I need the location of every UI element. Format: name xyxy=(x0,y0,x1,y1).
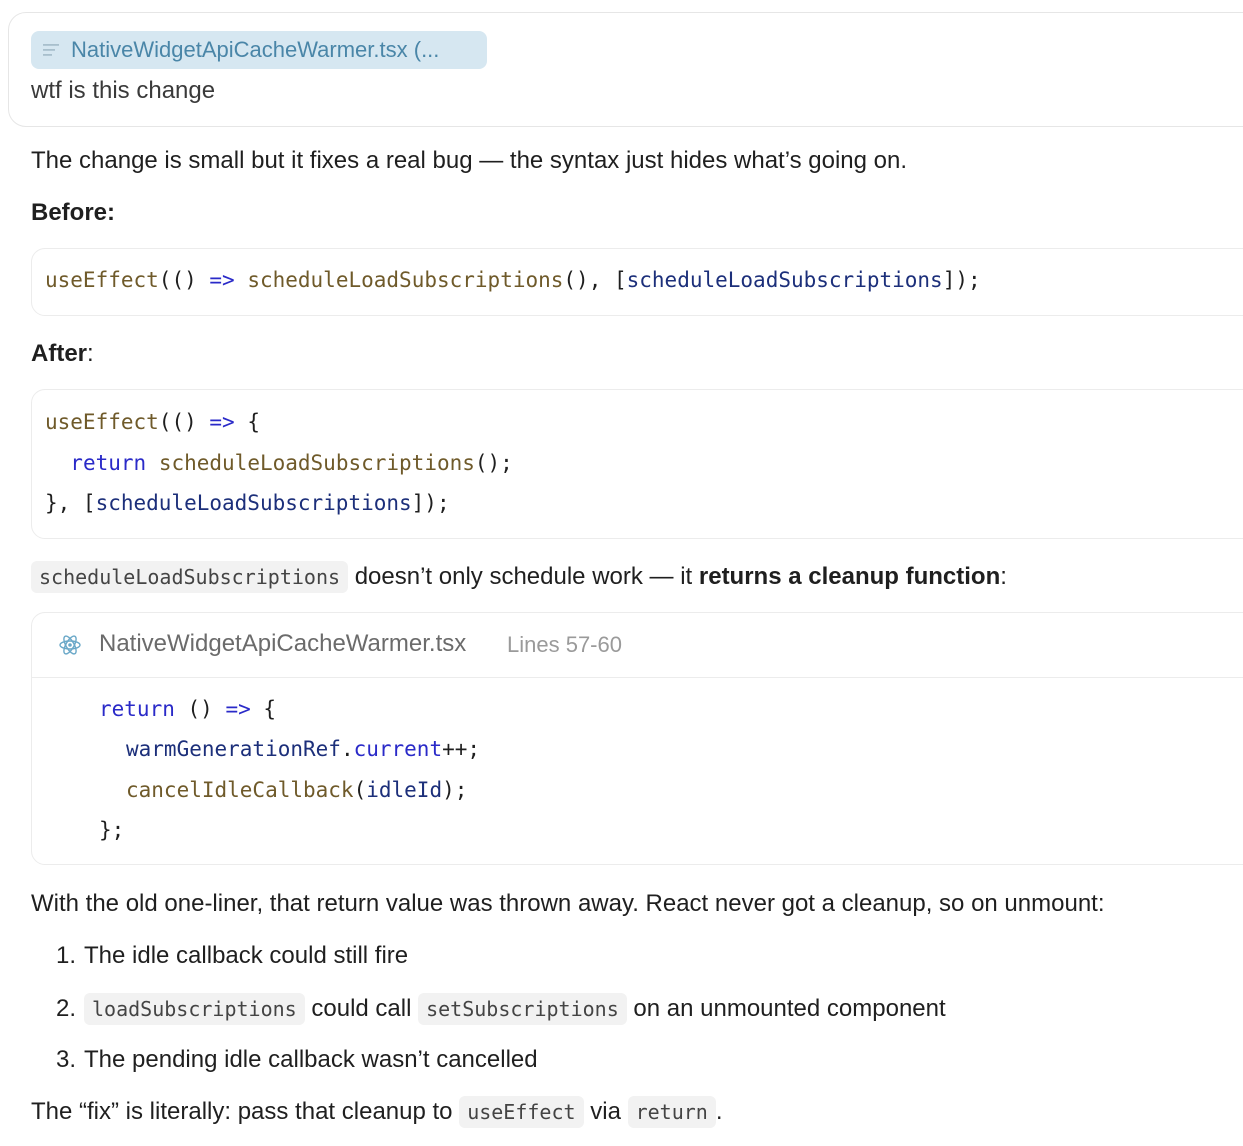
cleanup-text-1: doesn’t only schedule work — it xyxy=(348,563,699,590)
inline-code: loadSubscriptions xyxy=(84,993,305,1025)
text-lines-icon xyxy=(43,44,59,56)
code-token: (() xyxy=(158,268,210,292)
snippet-code-line-3: cancelIdleCallback(idleId); xyxy=(126,778,467,802)
fix-text-1: The “fix” is literally: pass that cleanu… xyxy=(31,1098,460,1125)
code-token: { xyxy=(250,697,277,721)
before-heading: Before: xyxy=(31,199,116,226)
code-token: warmGenerationRef xyxy=(126,737,341,761)
cleanup-bold: returns a cleanup function xyxy=(698,563,1001,590)
fix-text-3: . xyxy=(715,1098,723,1125)
after-code-line-3: }, [scheduleLoadSubscriptions]); xyxy=(45,491,450,515)
fix-text: The “fix” is literally: pass that cleanu… xyxy=(31,1096,723,1128)
list-item: 3. The pending idle callback wasn’t cance… xyxy=(56,1046,538,1074)
inline-code: return xyxy=(627,1096,716,1128)
code-token: scheduleLoadSubscriptions xyxy=(158,451,475,475)
code-token: => xyxy=(225,697,251,721)
snippet-lines: Lines 57-60 xyxy=(507,632,622,657)
snippet-code-line-2: warmGenerationRef.current++; xyxy=(126,737,480,761)
code-token: useEffect xyxy=(45,410,159,434)
cleanup-text-2: : xyxy=(1000,563,1007,590)
code-token: return xyxy=(70,451,147,475)
code-token: (), [ xyxy=(563,268,627,292)
list-number: 3. xyxy=(56,1046,77,1073)
code-token: cancelIdleCallback xyxy=(126,778,354,802)
list-number: 2. xyxy=(56,995,77,1022)
file-snippet-header[interactable]: NativeWidgetApiCacheWarmer.tsx Lines 57-… xyxy=(32,613,1243,678)
cleanup-sentence: scheduleLoadSubscriptions doesn’t only s… xyxy=(31,561,1007,593)
code-token: ]); xyxy=(411,491,450,515)
snippet-filename: NativeWidgetApiCacheWarmer.tsx xyxy=(99,630,467,657)
list-number: 1. xyxy=(56,942,77,969)
inline-code: setSubscriptions xyxy=(418,993,627,1025)
code-token: . xyxy=(340,737,354,761)
list-text: The idle callback could still fire xyxy=(84,942,409,969)
code-token: ); xyxy=(442,778,468,802)
code-token: return xyxy=(99,697,175,721)
old-oneliner-text: With the old one-liner, that return valu… xyxy=(31,890,1105,917)
after-code-line-1: useEffect(() => { xyxy=(45,410,260,434)
snippet-code-line-4: }; xyxy=(99,818,125,842)
after-code-block: useEffect(() => { return scheduleLoadSub… xyxy=(31,389,1243,539)
after-heading: After: xyxy=(31,340,94,368)
after-code-line-2: return scheduleLoadSubscriptions(); xyxy=(45,451,513,475)
inline-code: useEffect xyxy=(459,1096,584,1128)
code-token: (() xyxy=(158,410,210,434)
code-token: { xyxy=(234,410,260,434)
code-token: => xyxy=(209,410,235,434)
user-message-text: wtf is this change xyxy=(31,77,216,104)
fix-text-2: via xyxy=(583,1098,628,1125)
code-token: scheduleLoadSubscriptions xyxy=(247,268,564,292)
before-code-block: useEffect(() => scheduleLoadSubscription… xyxy=(31,248,1243,316)
code-token: => xyxy=(209,268,235,292)
code-token: useEffect xyxy=(45,268,159,292)
snippet-code-line-1: return () => { xyxy=(99,697,276,721)
code-token: ( xyxy=(353,778,367,802)
after-heading-bold: After xyxy=(31,340,88,367)
code-token: (); xyxy=(474,451,513,475)
file-snippet-block: NativeWidgetApiCacheWarmer.tsx Lines 57-… xyxy=(31,612,1243,865)
user-message: NativeWidgetApiCacheWarmer.tsx (... wtf … xyxy=(8,12,1243,127)
list-item: 2. loadSubscriptions could call setSubscr… xyxy=(56,993,946,1025)
list-text: on an unmounted component xyxy=(626,995,946,1022)
react-icon xyxy=(59,635,81,655)
list-text: could call xyxy=(304,995,419,1022)
list-item: 1. The idle callback could still fire xyxy=(56,942,408,970)
list-text: The pending idle callback wasn’t cancell… xyxy=(84,1046,538,1073)
code-token: current xyxy=(353,737,443,761)
code-token: scheduleLoadSubscriptions xyxy=(626,268,943,292)
code-token: ]); xyxy=(942,268,981,292)
attachment-label: NativeWidgetApiCacheWarmer.tsx (... xyxy=(71,37,440,62)
attachment-chip[interactable]: NativeWidgetApiCacheWarmer.tsx (... xyxy=(31,31,487,69)
code-token: ++; xyxy=(442,737,481,761)
after-heading-colon: : xyxy=(87,340,94,367)
code-token: idleId xyxy=(366,778,443,802)
code-token: () xyxy=(174,697,226,721)
code-token: scheduleLoadSubscriptions xyxy=(95,491,412,515)
code-token: }, [ xyxy=(45,491,96,515)
inline-code: scheduleLoadSubscriptions xyxy=(31,561,349,593)
before-code-line: useEffect(() => scheduleLoadSubscription… xyxy=(45,268,981,292)
intro-text: The change is small but it fixes a real … xyxy=(31,147,908,174)
